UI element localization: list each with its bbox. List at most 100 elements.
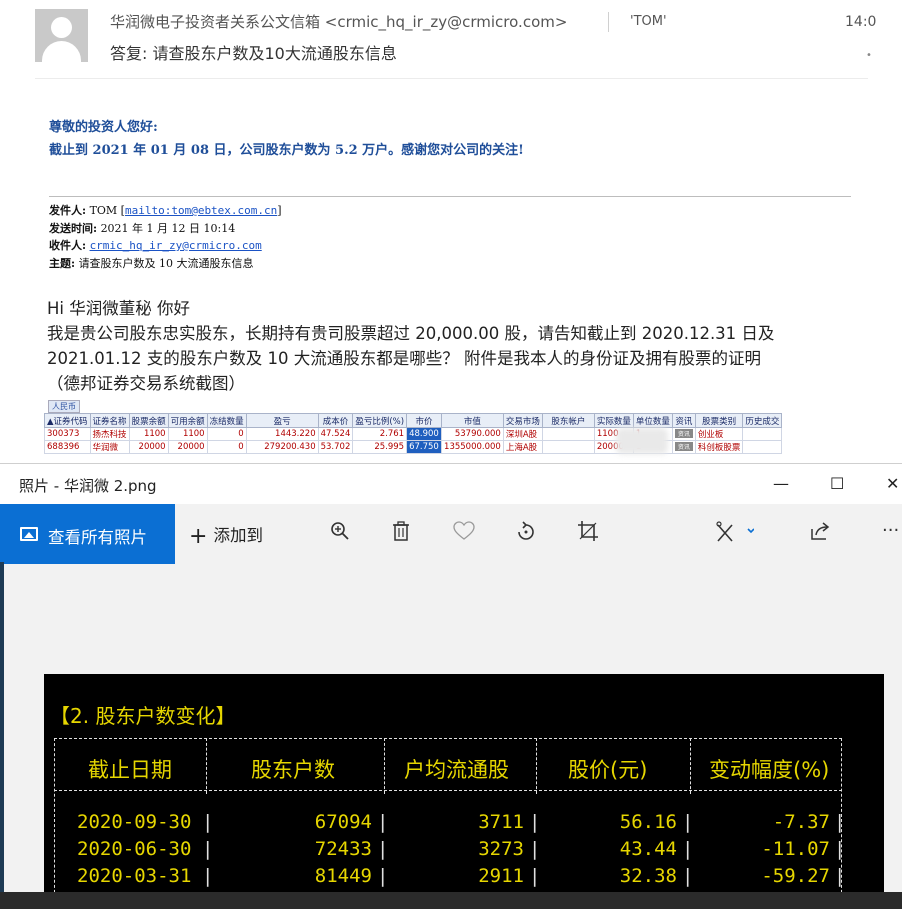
avatar-body — [42, 41, 81, 62]
info-button[interactable]: 资讯 — [671, 427, 696, 441]
holdings-cell: 创业板 — [694, 427, 744, 441]
maximize-button[interactable]: ☐ — [830, 474, 844, 493]
cell-separator: | — [682, 838, 694, 860]
change-cell: -59.27 — [761, 865, 830, 887]
holdings-header: 交易市场 — [502, 413, 543, 428]
change-cell: -11.07 — [761, 838, 830, 860]
holdings-cell: 深圳A股 — [502, 427, 543, 441]
holdings-cell: 53790.000 — [440, 427, 504, 441]
date-cell: 2020-09-30 — [77, 811, 192, 833]
crop-button[interactable] — [578, 521, 598, 546]
holdings-cell — [541, 440, 595, 454]
holders-cell: 67094 — [314, 811, 372, 833]
cell-separator: | — [834, 865, 846, 887]
email-body: Hi 华润微董秘 你好 我是贵公司股东忠实股东，长期持有贵司股票超过 20,00… — [47, 296, 867, 396]
view-all-photos-button[interactable]: 查看所有照片 — [0, 504, 175, 564]
holdings-header: 股票类别 — [694, 413, 744, 428]
holdings-table: ▲证券代码 证券名称 股票余额 可用余额 冻结数量 盈亏 成本价 盈亏比例(%)… — [44, 413, 783, 454]
quote-sent-value: 2021 年 1 月 12 日 10:14 — [100, 221, 236, 235]
close-button[interactable]: ✕ — [886, 474, 899, 493]
body-line-3: 2021.01.12 支的股东户数及 10 大流通股东都是哪些？ 附件是我本人的… — [47, 349, 761, 368]
photos-titlebar[interactable]: 照片 - 华润微 2.png — ☐ ✕ — [0, 464, 902, 504]
column-header-date: 截止日期 — [88, 758, 172, 782]
quote-subject-value: 请查股东户数及 10 大流通股东信息 — [78, 256, 254, 270]
view-all-photos-label: 查看所有照片 — [48, 528, 147, 547]
holdings-header: 证券名称 — [89, 413, 130, 428]
crop-icon — [578, 521, 598, 541]
holdings-header: 盈亏 — [245, 413, 319, 428]
table-rule-left — [54, 738, 55, 892]
background-window-edge — [0, 562, 4, 892]
table-col-rule — [690, 738, 691, 794]
holdings-cell: 20000 — [167, 440, 208, 454]
holders-cell: 81449 — [314, 865, 372, 887]
edit-draw-icon — [716, 521, 755, 542]
info-button-label: 资讯 — [674, 442, 693, 451]
minimize-button[interactable]: — — [773, 474, 789, 493]
holdings-header: 单位数量 — [632, 413, 673, 428]
holders-cell: 72433 — [314, 838, 372, 860]
holdings-cell: 0 — [206, 440, 247, 454]
column-header-price: 股价(元) — [568, 758, 648, 782]
header-separator — [608, 12, 609, 32]
holdings-header: 盈亏比例(%) — [352, 413, 408, 428]
quote-sent-row: 发送时间: 2021 年 1 月 12 日 10:14 — [49, 220, 282, 238]
holdings-cell: 279200.430 — [245, 440, 319, 454]
quote-to-link[interactable]: crmic_hq_ir_zy@crmicro.com — [90, 239, 262, 252]
sender-address[interactable]: 华润微电子投资者关系公文信箱 <crmic_hq_ir_zy@crmicro.c… — [110, 11, 567, 32]
rotate-icon — [518, 521, 534, 540]
info-button-label: 资讯 — [674, 429, 693, 438]
trade-screenshot: 人民币 ▲证券代码 证券名称 股票余额 可用余额 冻结数量 盈亏 成本价 盈亏比… — [44, 400, 854, 456]
more-button[interactable]: ··· — [882, 520, 899, 541]
holdings-header: 实际数量 — [593, 413, 634, 428]
price-cell: 32.38 — [619, 865, 677, 887]
share-button[interactable] — [810, 521, 832, 546]
holdings-cell — [541, 427, 595, 441]
holdings-cell: 47.524 — [317, 427, 354, 441]
holdings-header-row: ▲证券代码 证券名称 股票余额 可用余额 冻结数量 盈亏 成本价 盈亏比例(%)… — [44, 413, 783, 428]
account-redaction — [616, 428, 668, 454]
add-to-button[interactable]: + 添加到 — [189, 522, 263, 549]
avg-shares-cell: 2911 — [478, 865, 524, 887]
received-time: 14:0 — [845, 14, 877, 30]
cell-separator: | — [202, 838, 214, 860]
price-cell: 56.16 — [619, 811, 677, 833]
body-line-4: （德邦证券交易系统截图） — [47, 374, 245, 393]
quote-to-row: 收件人: crmic_hq_ir_zy@crmicro.com — [49, 237, 282, 255]
holdings-cell: 48.900 — [406, 427, 442, 441]
taskbar — [0, 892, 902, 909]
cell-separator: | — [377, 838, 389, 860]
avg-shares-cell: 3273 — [478, 838, 524, 860]
delete-button[interactable] — [392, 521, 410, 546]
favorite-button[interactable] — [453, 521, 475, 546]
table-col-rule — [384, 738, 385, 794]
header-more-icon[interactable]: • — [866, 50, 872, 61]
holdings-cell: 1100 — [128, 427, 169, 441]
email-subject: 答复: 请查股东户数及10大流通股东信息 — [110, 44, 397, 63]
quote-from-row: 发件人: TOM [mailto:tom@ebtex.com.cn] — [49, 202, 282, 220]
holdings-cell: 25.995 — [352, 440, 408, 454]
cell-separator: | — [834, 811, 846, 833]
recipient-name[interactable]: 'TOM' — [630, 14, 667, 29]
currency-tab: 人民币 — [48, 400, 80, 413]
holdings-cell: 0 — [206, 427, 247, 441]
holdings-cell: 300373 — [44, 427, 91, 441]
holdings-cell: 科创板股票 — [694, 440, 744, 454]
quote-from-label: 发件人: — [49, 204, 87, 217]
photos-toolbar: 查看所有照片 + 添加到 ··· — [0, 504, 902, 564]
section-title: 【2. 股东户数变化】 — [50, 704, 236, 728]
photos-icon — [20, 527, 38, 541]
table-col-rule — [206, 738, 207, 794]
holdings-cell: 1100 — [167, 427, 208, 441]
reply-block: 尊敬的投资人您好: 截止到 2021 年 01 月 08 日，公司股东户数为 5… — [49, 116, 524, 162]
quote-from-end: ] — [277, 204, 282, 217]
info-button[interactable]: 资讯 — [671, 440, 696, 454]
date-cell: 2020-03-31 — [77, 865, 192, 887]
quote-from-link[interactable]: mailto:tom@ebtex.com.cn — [125, 204, 277, 217]
date-cell: 2020-06-30 — [77, 838, 192, 860]
sender-avatar[interactable] — [35, 9, 88, 62]
edit-button[interactable] — [716, 521, 755, 548]
zoom-in-button[interactable] — [330, 521, 350, 546]
rotate-button[interactable] — [515, 521, 537, 548]
cell-separator: | — [529, 811, 541, 833]
